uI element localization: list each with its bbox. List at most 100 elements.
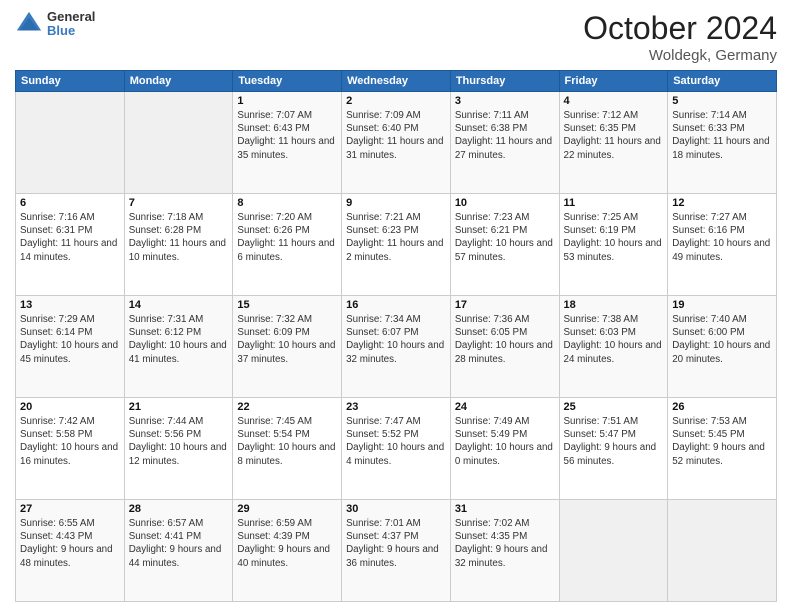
cell-info: Sunrise: 7:34 AM Sunset: 6:07 PM Dayligh… xyxy=(346,313,446,366)
cell-day-number: 19 xyxy=(672,299,772,311)
title-block: October 2024 Woldegk, Germany xyxy=(583,10,777,64)
logo-line1: General xyxy=(47,10,95,24)
cell-info: Sunrise: 7:40 AM Sunset: 6:00 PM Dayligh… xyxy=(672,313,772,366)
month-title: October 2024 xyxy=(583,10,777,47)
calendar-cell: 17 Sunrise: 7:36 AM Sunset: 6:05 PM Dayli… xyxy=(450,296,559,398)
weekday-sunday: Sunday xyxy=(16,71,125,92)
cell-info: Sunrise: 7:29 AM Sunset: 6:14 PM Dayligh… xyxy=(20,313,120,366)
calendar-cell: 19 Sunrise: 7:40 AM Sunset: 6:00 PM Dayli… xyxy=(668,296,777,398)
cell-info: Sunrise: 7:25 AM Sunset: 6:19 PM Dayligh… xyxy=(564,211,664,264)
calendar-cell xyxy=(668,500,777,602)
cell-info: Sunrise: 7:31 AM Sunset: 6:12 PM Dayligh… xyxy=(129,313,229,366)
calendar-week-4: 20 Sunrise: 7:42 AM Sunset: 5:58 PM Dayli… xyxy=(16,398,777,500)
cell-day-number: 22 xyxy=(237,401,337,413)
cell-info: Sunrise: 7:27 AM Sunset: 6:16 PM Dayligh… xyxy=(672,211,772,264)
cell-day-number: 7 xyxy=(129,197,229,209)
cell-day-number: 4 xyxy=(564,95,664,107)
calendar-cell: 4 Sunrise: 7:12 AM Sunset: 6:35 PM Daylig… xyxy=(559,92,668,194)
logo-line2: Blue xyxy=(47,24,95,38)
weekday-wednesday: Wednesday xyxy=(342,71,451,92)
calendar-cell: 15 Sunrise: 7:32 AM Sunset: 6:09 PM Dayli… xyxy=(233,296,342,398)
weekday-monday: Monday xyxy=(124,71,233,92)
logo: General Blue xyxy=(15,10,95,39)
calendar-cell: 10 Sunrise: 7:23 AM Sunset: 6:21 PM Dayli… xyxy=(450,194,559,296)
calendar-cell xyxy=(124,92,233,194)
calendar-cell: 30 Sunrise: 7:01 AM Sunset: 4:37 PM Dayli… xyxy=(342,500,451,602)
calendar-cell: 13 Sunrise: 7:29 AM Sunset: 6:14 PM Dayli… xyxy=(16,296,125,398)
calendar-week-1: 1 Sunrise: 7:07 AM Sunset: 6:43 PM Daylig… xyxy=(16,92,777,194)
cell-info: Sunrise: 7:38 AM Sunset: 6:03 PM Dayligh… xyxy=(564,313,664,366)
cell-info: Sunrise: 7:53 AM Sunset: 5:45 PM Dayligh… xyxy=(672,415,772,468)
cell-day-number: 30 xyxy=(346,503,446,515)
cell-info: Sunrise: 7:21 AM Sunset: 6:23 PM Dayligh… xyxy=(346,211,446,264)
cell-day-number: 25 xyxy=(564,401,664,413)
calendar-cell: 12 Sunrise: 7:27 AM Sunset: 6:16 PM Dayli… xyxy=(668,194,777,296)
cell-info: Sunrise: 7:14 AM Sunset: 6:33 PM Dayligh… xyxy=(672,109,772,162)
cell-day-number: 18 xyxy=(564,299,664,311)
cell-day-number: 13 xyxy=(20,299,120,311)
calendar-week-3: 13 Sunrise: 7:29 AM Sunset: 6:14 PM Dayli… xyxy=(16,296,777,398)
cell-day-number: 23 xyxy=(346,401,446,413)
cell-info: Sunrise: 7:20 AM Sunset: 6:26 PM Dayligh… xyxy=(237,211,337,264)
calendar-cell: 1 Sunrise: 7:07 AM Sunset: 6:43 PM Daylig… xyxy=(233,92,342,194)
logo-icon xyxy=(15,10,43,38)
cell-info: Sunrise: 7:12 AM Sunset: 6:35 PM Dayligh… xyxy=(564,109,664,162)
cell-day-number: 5 xyxy=(672,95,772,107)
cell-day-number: 31 xyxy=(455,503,555,515)
calendar-cell xyxy=(16,92,125,194)
calendar-cell: 26 Sunrise: 7:53 AM Sunset: 5:45 PM Dayli… xyxy=(668,398,777,500)
cell-info: Sunrise: 7:47 AM Sunset: 5:52 PM Dayligh… xyxy=(346,415,446,468)
cell-day-number: 17 xyxy=(455,299,555,311)
cell-day-number: 24 xyxy=(455,401,555,413)
cell-day-number: 12 xyxy=(672,197,772,209)
cell-day-number: 20 xyxy=(20,401,120,413)
header: General Blue October 2024 Woldegk, Germa… xyxy=(15,10,777,64)
cell-day-number: 26 xyxy=(672,401,772,413)
cell-info: Sunrise: 7:42 AM Sunset: 5:58 PM Dayligh… xyxy=(20,415,120,468)
calendar-cell: 9 Sunrise: 7:21 AM Sunset: 6:23 PM Daylig… xyxy=(342,194,451,296)
cell-day-number: 8 xyxy=(237,197,337,209)
cell-info: Sunrise: 7:16 AM Sunset: 6:31 PM Dayligh… xyxy=(20,211,120,264)
cell-info: Sunrise: 7:32 AM Sunset: 6:09 PM Dayligh… xyxy=(237,313,337,366)
cell-day-number: 21 xyxy=(129,401,229,413)
calendar-cell: 18 Sunrise: 7:38 AM Sunset: 6:03 PM Dayli… xyxy=(559,296,668,398)
calendar-cell: 24 Sunrise: 7:49 AM Sunset: 5:49 PM Dayli… xyxy=(450,398,559,500)
cell-day-number: 9 xyxy=(346,197,446,209)
cell-info: Sunrise: 7:02 AM Sunset: 4:35 PM Dayligh… xyxy=(455,517,555,570)
weekday-header-row: SundayMondayTuesdayWednesdayThursdayFrid… xyxy=(16,71,777,92)
calendar-cell: 14Sunrise: 7:31 AM Sunset: 6:12 PM Dayli… xyxy=(124,296,233,398)
page: General Blue October 2024 Woldegk, Germa… xyxy=(0,0,792,612)
cell-day-number: 2 xyxy=(346,95,446,107)
calendar-cell xyxy=(559,500,668,602)
cell-info: Sunrise: 7:36 AM Sunset: 6:05 PM Dayligh… xyxy=(455,313,555,366)
weekday-thursday: Thursday xyxy=(450,71,559,92)
calendar-cell: 7Sunrise: 7:18 AM Sunset: 6:28 PM Daylig… xyxy=(124,194,233,296)
cell-info: Sunrise: 7:01 AM Sunset: 4:37 PM Dayligh… xyxy=(346,517,446,570)
cell-info: Sunrise: 7:07 AM Sunset: 6:43 PM Dayligh… xyxy=(237,109,337,162)
calendar-cell: 31 Sunrise: 7:02 AM Sunset: 4:35 PM Dayli… xyxy=(450,500,559,602)
cell-info: Sunrise: 7:51 AM Sunset: 5:47 PM Dayligh… xyxy=(564,415,664,468)
cell-info: Sunrise: 6:59 AM Sunset: 4:39 PM Dayligh… xyxy=(237,517,337,570)
calendar-cell: 25 Sunrise: 7:51 AM Sunset: 5:47 PM Dayli… xyxy=(559,398,668,500)
calendar-cell: 8 Sunrise: 7:20 AM Sunset: 6:26 PM Daylig… xyxy=(233,194,342,296)
cell-day-number: 15 xyxy=(237,299,337,311)
cell-day-number: 29 xyxy=(237,503,337,515)
cell-info: Sunrise: 7:09 AM Sunset: 6:40 PM Dayligh… xyxy=(346,109,446,162)
cell-day-number: 10 xyxy=(455,197,555,209)
calendar-cell: 2 Sunrise: 7:09 AM Sunset: 6:40 PM Daylig… xyxy=(342,92,451,194)
calendar-cell: 3Sunrise: 7:11 AM Sunset: 6:38 PM Daylig… xyxy=(450,92,559,194)
cell-day-number: 3 xyxy=(455,95,555,107)
cell-info: Sunrise: 6:55 AM Sunset: 4:43 PM Dayligh… xyxy=(20,517,120,570)
calendar-cell: 28Sunrise: 6:57 AM Sunset: 4:41 PM Dayli… xyxy=(124,500,233,602)
cell-day-number: 27 xyxy=(20,503,120,515)
weekday-friday: Friday xyxy=(559,71,668,92)
cell-info: Sunrise: 7:23 AM Sunset: 6:21 PM Dayligh… xyxy=(455,211,555,264)
logo-text: General Blue xyxy=(47,10,95,39)
calendar-cell: 11Sunrise: 7:25 AM Sunset: 6:19 PM Dayli… xyxy=(559,194,668,296)
calendar-cell: 23 Sunrise: 7:47 AM Sunset: 5:52 PM Dayli… xyxy=(342,398,451,500)
cell-info: Sunrise: 7:49 AM Sunset: 5:49 PM Dayligh… xyxy=(455,415,555,468)
calendar-cell: 6Sunrise: 7:16 AM Sunset: 6:31 PM Daylig… xyxy=(16,194,125,296)
cell-info: Sunrise: 7:45 AM Sunset: 5:54 PM Dayligh… xyxy=(237,415,337,468)
calendar-cell: 20 Sunrise: 7:42 AM Sunset: 5:58 PM Dayli… xyxy=(16,398,125,500)
cell-day-number: 1 xyxy=(237,95,337,107)
